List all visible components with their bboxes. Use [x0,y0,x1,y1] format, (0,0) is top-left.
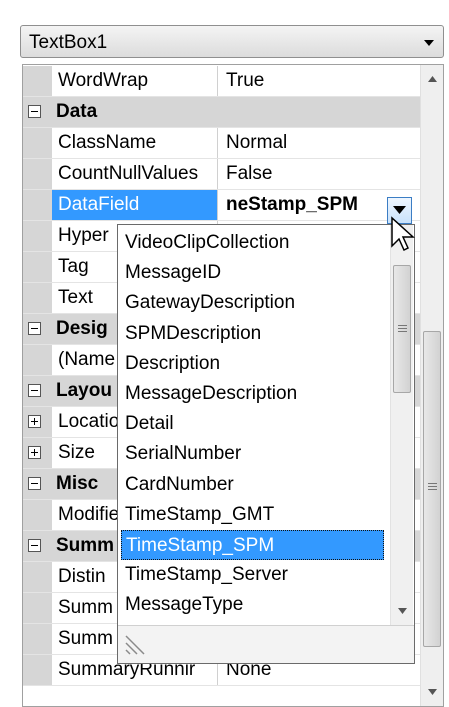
property-value[interactable]: Normal [219,128,420,158]
dropdown-scrollbar-thumb[interactable] [393,265,411,393]
row-gutter [23,593,52,623]
row-gutter [23,345,52,375]
category-label: Summ [56,535,115,556]
dropdown-option[interactable]: CardNumber [121,470,384,500]
row-gutter [23,221,52,251]
scroll-down-icon[interactable] [421,678,444,706]
expand-toggle-icon[interactable] [28,446,41,459]
dropdown-arrow-icon [393,206,406,214]
property-grid-scrollbar[interactable] [420,65,443,706]
resize-grip-icon[interactable] [124,634,146,656]
dropdown-option[interactable]: Detail [121,409,384,439]
category-label: Desig [56,318,108,339]
dropdown-option[interactable]: MessageID [121,258,384,288]
object-selector-value: TextBox1 [29,32,108,53]
row-gutter [23,159,52,189]
row-gutter [23,562,52,592]
collapse-toggle-icon[interactable] [28,322,41,335]
row-gutter [23,500,52,530]
property-name[interactable]: CountNullValues [52,159,218,189]
row-gutter [23,655,52,685]
row-gutter [23,128,52,158]
category-label: Misc [56,473,99,494]
dropdown-option[interactable]: MessageDescription [121,379,384,409]
property-row[interactable]: ClassName Normal [23,128,420,159]
scrollbar-thumb[interactable] [423,331,441,647]
row-gutter [23,283,52,313]
chevron-down-icon [424,40,434,46]
property-row[interactable]: CountNullValues False [23,159,420,190]
dropdown-option[interactable]: SerialNumber [121,439,384,469]
property-name[interactable]: WordWrap [52,66,218,96]
row-gutter [23,624,52,654]
dropdown-scrollbar[interactable] [390,225,413,625]
dropdown-option[interactable]: VideoClipCollection [121,228,384,258]
property-row[interactable]: WordWrap True [23,66,420,97]
dropdown-option[interactable]: MessageType [121,590,384,620]
row-gutter [23,252,52,282]
dropdown-option[interactable]: SPMDescription [121,319,384,349]
grip-lines-icon [398,325,407,332]
collapse-toggle-icon[interactable] [28,477,41,490]
property-value[interactable]: False [219,159,420,189]
row-gutter [23,407,52,437]
grip-lines-icon [428,483,437,490]
scroll-down-icon[interactable] [391,597,414,625]
dropdown-option[interactable]: TimeStamp_SPM [121,530,384,560]
row-gutter [23,66,52,96]
dropdown-option[interactable]: TimeStamp_Server [121,560,384,590]
collapse-toggle-icon[interactable] [28,539,41,552]
dropdown-resize-bar[interactable] [118,625,414,663]
dropdown-option[interactable]: Description [121,349,384,379]
category-label: Layou [56,380,112,401]
scroll-up-icon[interactable] [421,65,444,93]
properties-window: TextBox1 WordWrap True Data ClassName Normal… [0,0,449,707]
row-gutter [23,190,52,220]
collapse-toggle-icon[interactable] [28,105,41,118]
dropdown-option[interactable]: TimeStamp_GMT [121,500,384,530]
dropdown-option[interactable]: GatewayDescription [121,288,384,318]
object-selector-dropdown[interactable]: TextBox1 [20,25,444,58]
property-name[interactable]: DataField [52,190,218,220]
category-label: Data [56,101,98,122]
expand-toggle-icon[interactable] [28,415,41,428]
property-value[interactable]: True [219,66,420,96]
property-category[interactable]: Data [23,97,420,128]
property-name[interactable]: ClassName [52,128,218,158]
mouse-pointer-icon [391,216,415,252]
property-row[interactable]: DataField neStamp_SPM [23,190,420,221]
datafield-dropdown-list: VideoClipCollection MessageID GatewayDescr… [117,224,415,664]
collapse-toggle-icon[interactable] [28,384,41,397]
row-gutter [23,438,52,468]
